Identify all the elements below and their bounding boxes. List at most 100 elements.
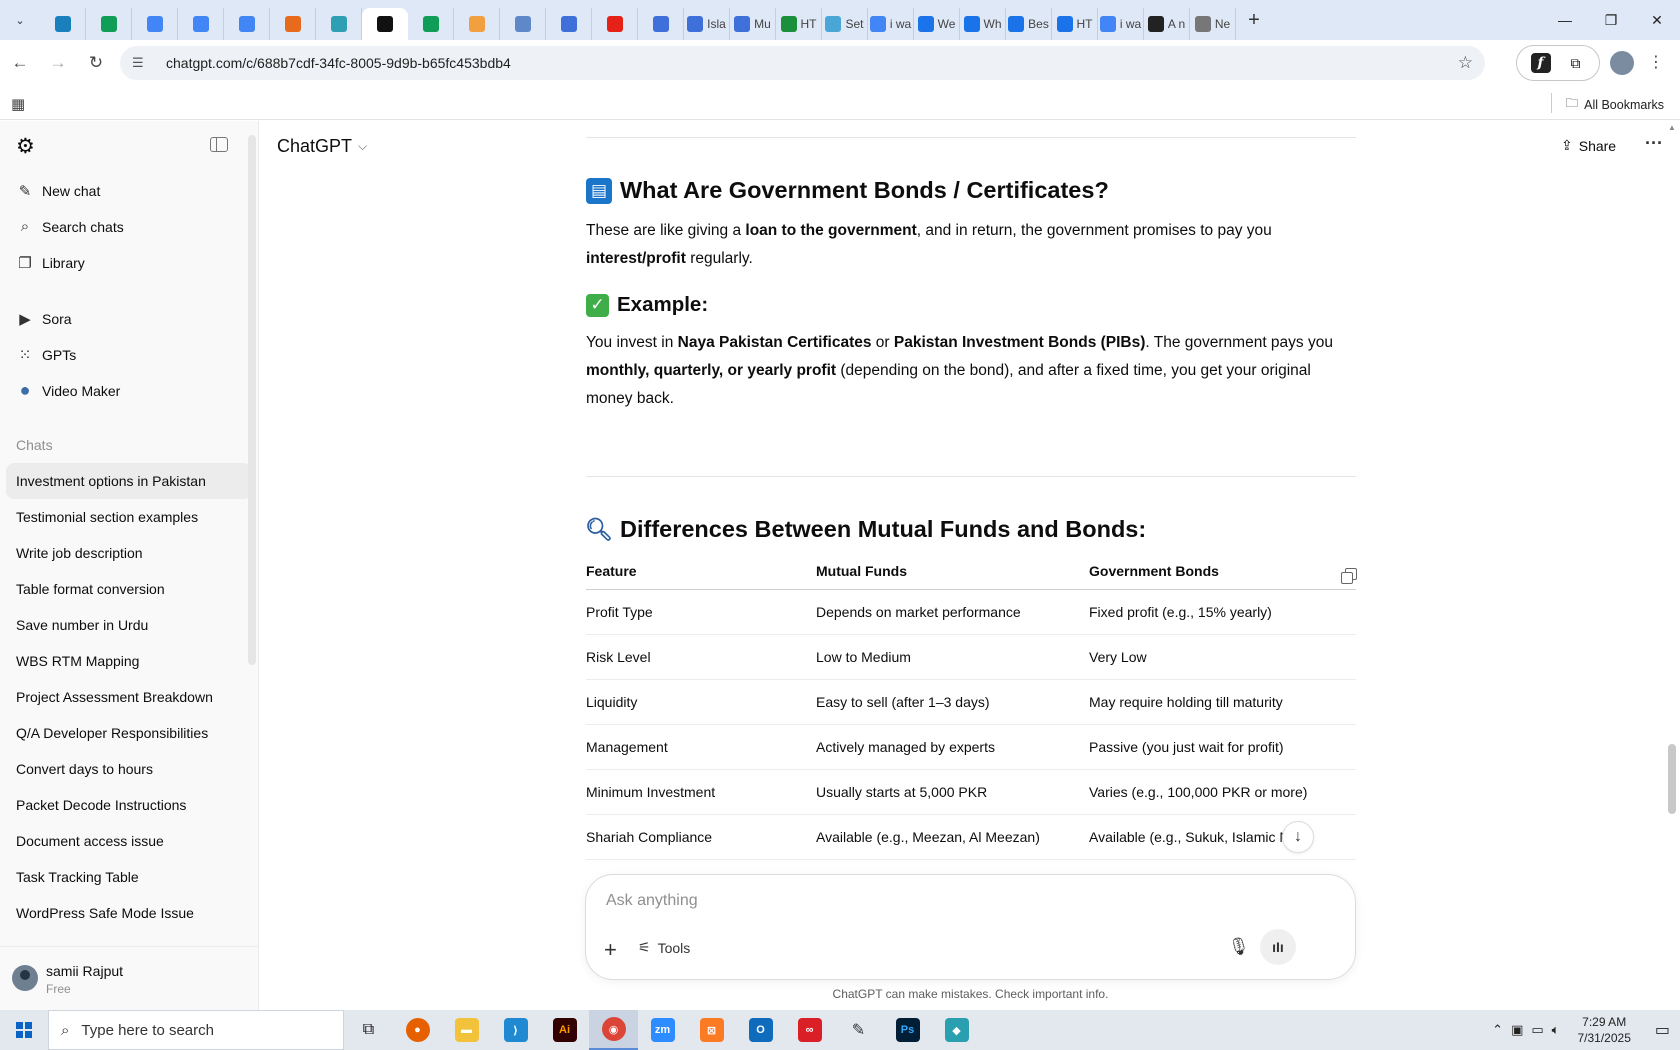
chat-history-item[interactable]: Investment options in Pakistan — [6, 463, 252, 499]
browser-tab[interactable]: A n — [1144, 8, 1190, 40]
file-explorer-icon[interactable]: ▬ — [442, 1010, 491, 1050]
site-info-icon[interactable]: ☰ — [132, 55, 154, 71]
browser-tab[interactable] — [546, 8, 592, 40]
browser-tab[interactable] — [316, 8, 362, 40]
browser-tab[interactable]: We — [914, 8, 960, 40]
browser-tab[interactable] — [500, 8, 546, 40]
profile-avatar-icon[interactable] — [1610, 51, 1634, 75]
browser-tab[interactable]: Isla — [684, 8, 730, 40]
browser-tab[interactable] — [86, 8, 132, 40]
browser-tab[interactable] — [178, 8, 224, 40]
prompt-input[interactable] — [606, 892, 1306, 910]
browser-tab[interactable]: i wa — [1098, 8, 1144, 40]
browser-tab[interactable]: Bes — [1006, 8, 1052, 40]
model-selector[interactable]: ChatGPT ⌵ — [277, 136, 367, 157]
browser-tab[interactable] — [132, 8, 178, 40]
tray-overflow-icon[interactable]: ⌃ — [1492, 1022, 1503, 1038]
app-diamond-icon[interactable]: ◆ — [932, 1010, 981, 1050]
browser-tab[interactable]: i wa — [868, 8, 914, 40]
microphone-icon[interactable]: 🎙︎ — [1228, 937, 1250, 957]
browser-tab[interactable]: HT — [776, 8, 822, 40]
browser-tab[interactable]: Set — [822, 8, 868, 40]
scroll-up-arrow-icon[interactable]: ▲ — [1668, 123, 1676, 132]
browser-tab[interactable]: Mu — [730, 8, 776, 40]
sidebar-item-video-maker[interactable]: ● Video Maker — [6, 373, 252, 409]
reload-icon[interactable]: ↻ — [78, 45, 114, 81]
chat-history-item[interactable]: Project Assessment Breakdown — [6, 679, 252, 715]
illustrator-icon[interactable]: Ai — [540, 1010, 589, 1050]
minimize-icon[interactable]: — — [1542, 0, 1588, 40]
scroll-to-bottom-button[interactable]: ↓ — [1282, 821, 1314, 853]
chat-history-item[interactable]: Task Tracking Table — [6, 859, 252, 895]
browser-menu-icon[interactable]: ⋮ — [1648, 52, 1664, 72]
browser-tab[interactable] — [362, 8, 408, 40]
chat-history-item[interactable]: WBS RTM Mapping — [6, 643, 252, 679]
address-bar[interactable]: ☰ chatgpt.com/c/688b7cdf-34fc-8005-9d9b-… — [120, 46, 1485, 80]
browser-tab[interactable]: Wh — [960, 8, 1006, 40]
clock[interactable]: 7:29 AM 7/31/2025 — [1577, 1014, 1630, 1046]
outlook-icon[interactable]: O — [736, 1010, 785, 1050]
sidebar-item-library[interactable]: ❐ Library — [6, 245, 252, 281]
chat-history-item[interactable]: Q/A Developer Responsibilities — [6, 715, 252, 751]
volume-icon[interactable]: 🔈︎ — [1552, 1022, 1560, 1038]
browser-tab[interactable]: HT — [1052, 8, 1098, 40]
bookmark-star-icon[interactable]: ☆ — [1458, 53, 1473, 73]
chat-history-item[interactable]: Document access issue — [6, 823, 252, 859]
tab-search-dropdown-icon[interactable]: ⌄ — [0, 0, 40, 40]
restore-icon[interactable]: ❐ — [1588, 0, 1634, 40]
zoom-icon[interactable]: zm — [638, 1010, 687, 1050]
apps-grid-icon[interactable]: ▦ — [11, 95, 25, 113]
sidebar-item-sora[interactable]: ▶ Sora — [6, 301, 252, 337]
close-sidebar-icon[interactable] — [210, 137, 228, 152]
browser-tab[interactable] — [270, 8, 316, 40]
chat-history-item[interactable]: Save number in Urdu — [6, 607, 252, 643]
task-view-icon[interactable]: ⧉ — [344, 1010, 393, 1050]
taskbar-search[interactable]: ⌕ Type here to search — [48, 1010, 344, 1050]
chat-history-item[interactable]: Testimonial section examples — [6, 499, 252, 535]
main-scrollbar[interactable] — [1668, 744, 1676, 814]
chat-history-item[interactable]: Table format conversion — [6, 571, 252, 607]
browser-tab[interactable] — [592, 8, 638, 40]
all-bookmarks-button[interactable]: 🗀 All Bookmarks — [1566, 94, 1664, 115]
sidebar-item-gpts[interactable]: ⁙ GPTs — [6, 337, 252, 373]
chat-history-item[interactable]: WordPress Safe Mode Issue — [6, 895, 252, 931]
browser-tab[interactable] — [224, 8, 270, 40]
forward-icon[interactable]: → — [40, 45, 76, 81]
close-icon[interactable]: ✕ — [1634, 0, 1680, 40]
more-options-icon[interactable]: ··· — [1645, 133, 1663, 154]
sidebar-scrollbar[interactable] — [248, 135, 256, 665]
vscode-icon[interactable]: ⟩ — [491, 1010, 540, 1050]
windows-start-icon[interactable] — [0, 1010, 48, 1050]
browser-tab[interactable] — [408, 8, 454, 40]
extensions-puzzle-icon[interactable]: ⧉ — [1566, 53, 1586, 73]
meet-now-icon[interactable]: ▣ — [1511, 1022, 1523, 1038]
notifications-icon[interactable]: ▭ — [1655, 1020, 1670, 1040]
tools-button[interactable]: ⚟ Tools — [638, 939, 690, 956]
sidebar-item-new-chat[interactable]: ✎ New chat — [6, 173, 252, 209]
chat-history-item[interactable]: Convert days to hours — [6, 751, 252, 787]
network-icon[interactable]: ▭ — [1531, 1022, 1543, 1038]
url-text[interactable]: chatgpt.com/c/688b7cdf-34fc-8005-9d9b-b6… — [166, 55, 511, 71]
sidebar-item-search-chats[interactable]: ⌕ Search chats — [6, 209, 252, 245]
xampp-icon[interactable]: ⊠ — [687, 1010, 736, 1050]
voice-mode-icon[interactable]: ıIı — [1260, 929, 1296, 965]
creative-cloud-icon[interactable]: ∞ — [785, 1010, 834, 1050]
browser-tab[interactable] — [454, 8, 500, 40]
back-icon[interactable]: ← — [2, 45, 38, 81]
openai-logo-icon[interactable]: ⚙ — [16, 134, 35, 159]
pen-tool-icon[interactable]: ✎ — [834, 1010, 883, 1050]
browser-tab[interactable] — [638, 8, 684, 40]
browser-tab[interactable] — [40, 8, 86, 40]
copy-table-icon[interactable] — [1341, 568, 1357, 584]
share-button[interactable]: ⇪ Share — [1561, 137, 1616, 154]
browser-tab[interactable]: Ne — [1190, 8, 1236, 40]
photoshop-icon[interactable]: Ps — [883, 1010, 932, 1050]
chat-history-item[interactable]: Packet Decode Instructions — [6, 787, 252, 823]
chat-history-item[interactable]: Write job description — [6, 535, 252, 571]
new-tab-button[interactable]: + — [1236, 9, 1272, 32]
chrome-icon[interactable]: ◉ — [589, 1010, 638, 1050]
user-menu[interactable]: samii Rajput Free — [0, 946, 258, 1010]
extension-f-icon[interactable]: f — [1530, 53, 1551, 73]
firefox-icon[interactable]: ● — [393, 1010, 442, 1050]
add-attachment-icon[interactable]: + — [604, 937, 617, 963]
